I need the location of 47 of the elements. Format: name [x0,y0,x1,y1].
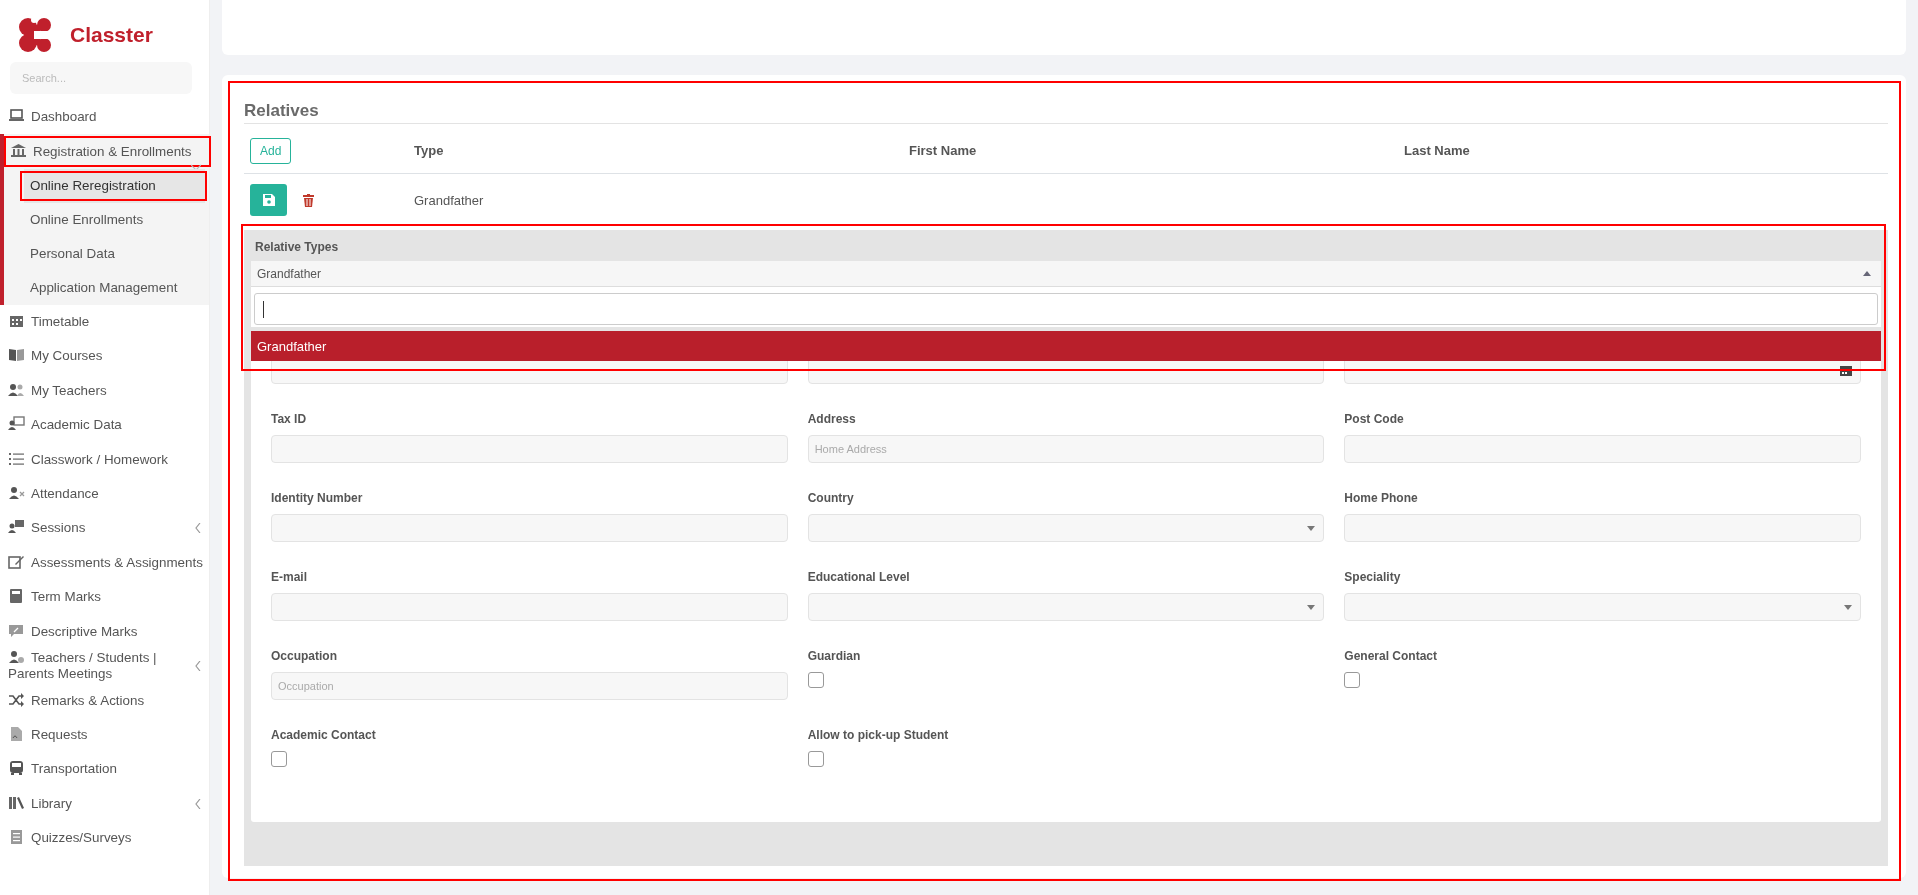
sidebar-item[interactable]: Academic Data [8,416,122,434]
sidebar-item[interactable]: Quizzes/Surveys [8,829,132,847]
column-header: First Name [909,142,978,161]
placeholder-text: Occupation [278,679,334,695]
search-field[interactable]: Search... [10,62,192,94]
field-label: Tax ID [271,411,308,426]
field-label: Allow to pick-up Student [807,727,950,742]
dropdown-option[interactable]: Grandfather [251,331,1881,362]
sidebar-item[interactable]: Registration & Enrollments [10,142,192,161]
sidebar-item[interactable]: My Teachers [8,381,107,400]
placeholder-text: Home Address [814,442,887,458]
sidebar-item[interactable]: Transportation [8,760,117,779]
select-field[interactable]: Grandfather [251,261,1881,288]
column-header: Type [414,142,445,161]
column-header: Last Name [1404,142,1471,161]
sidebar-item[interactable]: Library [8,794,90,813]
field-label: Occupation [271,648,338,663]
sidebar-item[interactable]: Assessments & Assignments [8,553,203,572]
field-label: Guardian [807,648,862,663]
sidebar-item[interactable]: Timetable [8,313,90,331]
field-label: Academic Contact [271,727,377,742]
section-title: Relatives [244,101,1888,125]
sidebar-item[interactable]: Remarks & Actions [8,691,145,710]
field-label: General Contact [1344,648,1439,663]
field-label: Relative Types [254,239,340,257]
field-label: Identity Number [271,490,364,505]
submenu-item[interactable]: Online Enrollments [30,209,144,230]
field-label: Post Code [1344,411,1405,426]
sidebar-item[interactable]: My Courses [8,347,103,366]
field-label: Home Phone [1344,490,1419,505]
field-label: E-mail [271,569,308,584]
field-label: Speciality [1344,569,1402,584]
brand-name: Classter [70,22,153,49]
table-cell-text: Grandfather [414,191,485,210]
sidebar-item[interactable]: Dashboard [8,108,97,127]
field-label: Country [807,490,855,505]
sidebar-item[interactable]: Classwork / Homework [8,450,168,469]
submenu-item[interactable]: Application Management [30,277,178,298]
sidebar-item[interactable]: Requests [8,725,88,744]
sidebar-item[interactable]: Attendance [8,485,99,503]
field-label: Address [807,411,857,426]
field-label: Educational Level [807,569,911,584]
submenu-item[interactable]: Personal Data [30,243,115,264]
sidebar-item[interactable]: Descriptive Marks [8,622,138,641]
sidebar-item[interactable]: Term Marks [8,588,101,606]
sidebar-item[interactable]: Teachers / Students | Parents Meetings [8,648,203,684]
sidebar-item[interactable]: Sessions [8,519,104,538]
